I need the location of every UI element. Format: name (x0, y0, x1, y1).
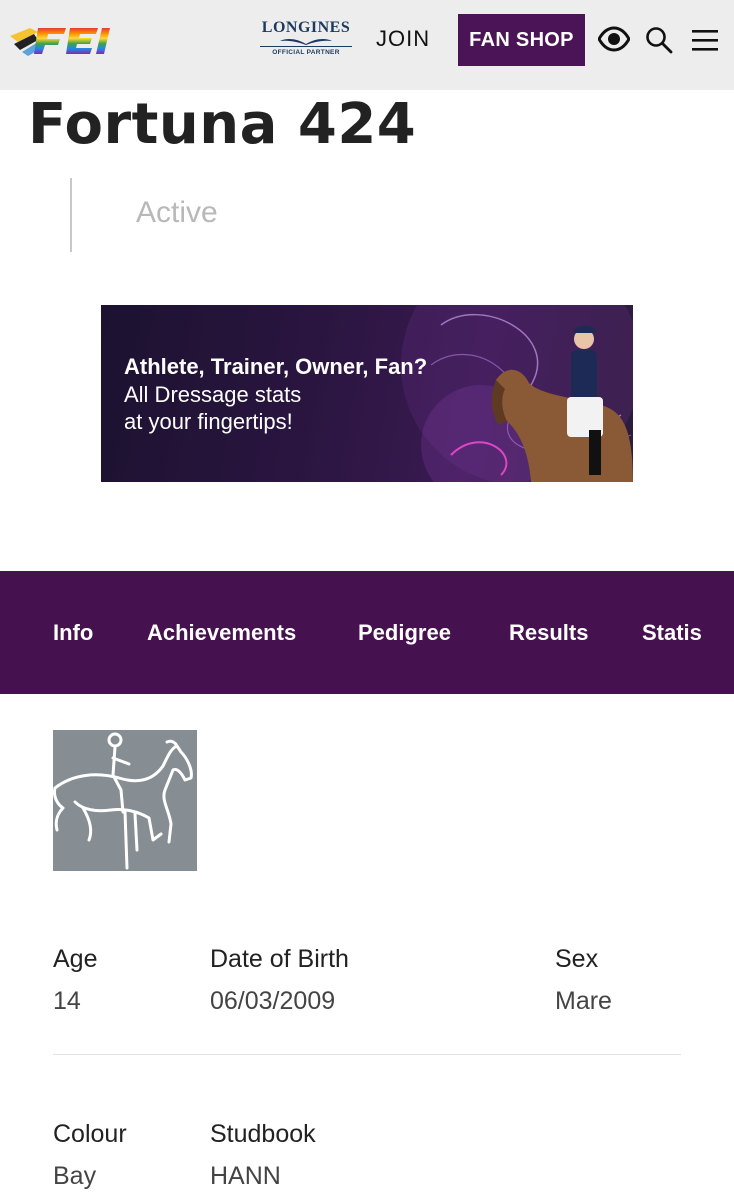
status-text: Active (136, 196, 218, 229)
age-label: Age (53, 945, 98, 973)
tab-achievements[interactable]: Achievements (147, 620, 296, 646)
search-icon[interactable] (645, 26, 673, 54)
divider (53, 1054, 681, 1055)
tab-statistics[interactable]: Statis (642, 620, 708, 646)
partner-brand: LONGINES (261, 19, 351, 36)
top-navigation-bar: LONGINES OFFICIAL PARTNER JOIN FAN SHOP (0, 0, 734, 90)
fei-logo[interactable] (8, 22, 118, 60)
longines-partner-logo[interactable]: LONGINES OFFICIAL PARTNER (260, 20, 352, 60)
tab-info[interactable]: Info (53, 620, 93, 646)
age-value: 14 (53, 987, 81, 1015)
colour-value: Bay (53, 1162, 97, 1190)
tab-pedigree[interactable]: Pedigree (358, 620, 451, 646)
sex-value: Mare (555, 987, 612, 1015)
join-link[interactable]: JOIN (376, 26, 430, 52)
eye-icon[interactable] (598, 26, 630, 52)
horse-name-title: Fortuna 424 (28, 92, 417, 157)
studbook-label: Studbook (210, 1120, 316, 1148)
status-block: Active (70, 178, 370, 252)
dressage-horse-icon (53, 732, 193, 870)
fan-shop-button[interactable]: FAN SHOP (458, 14, 585, 66)
date-of-birth-label: Date of Birth (210, 945, 349, 973)
dressage-stats-banner[interactable]: Athlete, Trainer, Owner, Fan? All Dressa… (101, 305, 633, 482)
section-tabs: Info Achievements Pedigree Results Stati… (0, 571, 734, 694)
tab-results[interactable]: Results (509, 620, 588, 646)
banner-line-2: All Dressage stats (124, 382, 302, 407)
banner-line-3: at your fingertips! (124, 409, 293, 434)
studbook-value: HANN (210, 1162, 281, 1190)
colour-label: Colour (53, 1120, 127, 1148)
banner-line-1: Athlete, Trainer, Owner, Fan? (124, 354, 428, 379)
horse-placeholder-image (53, 730, 197, 871)
wings-icon (280, 39, 332, 45)
menu-icon[interactable] (692, 28, 718, 52)
date-of-birth-value: 06/03/2009 (210, 987, 336, 1015)
partner-caption: OFFICIAL PARTNER (260, 46, 352, 56)
sex-label: Sex (555, 945, 599, 973)
